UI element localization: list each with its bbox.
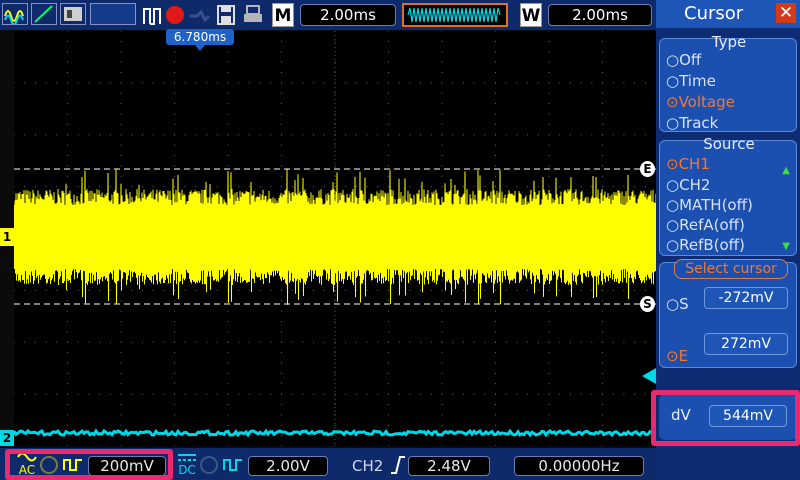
memory-indicator: M (272, 3, 294, 27)
ch1-scale-highlight (5, 449, 173, 480)
trigger-level-display[interactable]: 2.48V (408, 456, 490, 476)
type-option-track-label: Track (679, 114, 719, 132)
source-option-math[interactable]: ○MATH(off) (666, 196, 753, 214)
dv-highlight (651, 390, 800, 446)
frequency-display: 0.00000Hz (514, 456, 644, 476)
print-icon[interactable] (242, 4, 264, 26)
type-option-time-label: Time (679, 72, 716, 90)
source-option-ch2-label: CH2 (679, 176, 711, 194)
persist-icon[interactable] (60, 3, 86, 25)
ch2-trace (14, 428, 656, 438)
ch2-invert-icon[interactable] (222, 456, 244, 474)
ch1-trace-core (14, 217, 656, 257)
vector-icon[interactable] (31, 3, 57, 25)
top-toolbar: M 2.00ms W 2.00ms (0, 0, 656, 30)
memory-window-bar[interactable] (402, 3, 508, 27)
ch2-scale-display[interactable]: 2.00V (248, 456, 328, 476)
cursor-e-marker[interactable]: E (640, 161, 655, 177)
waveform-icon[interactable] (2, 3, 28, 26)
cursor-s-marker[interactable]: S (640, 296, 655, 312)
type-option-track[interactable]: ○Track (666, 114, 718, 132)
save-icon[interactable] (216, 4, 236, 26)
menu-blank-box[interactable] (90, 3, 136, 25)
cursor-s-value[interactable]: -272mV (704, 287, 788, 309)
cursor-e-value[interactable]: 272mV (704, 333, 788, 355)
dc-line-icon (178, 454, 196, 461)
ch2-marker[interactable]: 2 (0, 430, 14, 446)
source-option-ch1[interactable]: ⊙CH1 (666, 155, 710, 173)
scroll-down-icon[interactable]: ▼ (782, 241, 790, 252)
ch2-bw-icon[interactable] (200, 456, 218, 474)
trigger-source[interactable]: CH2 (352, 456, 383, 476)
trigger-position-label[interactable]: 6.780ms (166, 29, 234, 45)
close-icon[interactable]: ✕ (776, 3, 796, 23)
source-option-ch2[interactable]: ○CH2 (666, 176, 710, 194)
waveform-screen[interactable] (14, 31, 656, 446)
select-cursor-section: Select cursor ○S -272mV ⊙E 272mV (659, 259, 797, 368)
type-section: Type ○Off ○Time ⊙Voltage ○Track (659, 34, 797, 132)
source-option-ch1-label: CH1 (678, 155, 710, 173)
cursor-s-option[interactable]: ○S (666, 295, 689, 313)
ch2-coupling-label: DC (178, 463, 196, 477)
type-option-voltage-label: Voltage (678, 93, 735, 111)
select-cursor-title: Select cursor (674, 259, 788, 279)
waveform-traces (14, 168, 656, 438)
ch2-coupling[interactable]: DC (176, 452, 198, 476)
window-indicator: W (520, 3, 542, 27)
cursor-e-option[interactable]: ⊙E (666, 347, 688, 365)
source-option-refb-label: RefB(off) (679, 236, 745, 254)
record-icon[interactable] (166, 6, 184, 24)
type-section-title: Type (711, 33, 747, 51)
type-option-time[interactable]: ○Time (666, 72, 716, 90)
rising-edge-icon (390, 455, 406, 475)
oscilloscope-ui: M 2.00ms W 2.00ms 6.780ms 1 2 E S AC 200… (0, 0, 800, 480)
cursor-s-label: S (679, 295, 689, 313)
type-option-off[interactable]: ○Off (666, 51, 701, 69)
trigger-level-pointer[interactable] (642, 368, 656, 384)
source-option-math-label: MATH(off) (679, 196, 753, 214)
trigger-mode-icon[interactable] (142, 4, 162, 26)
source-section-title: Source (703, 135, 755, 153)
probe-icon[interactable] (189, 8, 211, 23)
source-option-refa[interactable]: ○RefA(off) (666, 216, 745, 234)
trigger-position-pointer (195, 45, 205, 51)
type-option-voltage[interactable]: ⊙Voltage (666, 93, 735, 111)
timebase-display[interactable]: 2.00ms (300, 4, 396, 26)
ch1-marker[interactable]: 1 (0, 228, 14, 246)
cursor-e-label: E (678, 347, 689, 365)
type-option-off-label: Off (679, 51, 702, 69)
source-option-refb[interactable]: ○RefB(off) (666, 236, 745, 254)
window-timebase-display[interactable]: 2.00ms (548, 4, 652, 26)
source-option-refa-label: RefA(off) (679, 216, 745, 234)
scroll-up-icon[interactable]: ▲ (782, 165, 790, 176)
source-section: Source ⊙CH1 ○CH2 ○MATH(off) ○RefA(off) ○… (659, 136, 797, 256)
